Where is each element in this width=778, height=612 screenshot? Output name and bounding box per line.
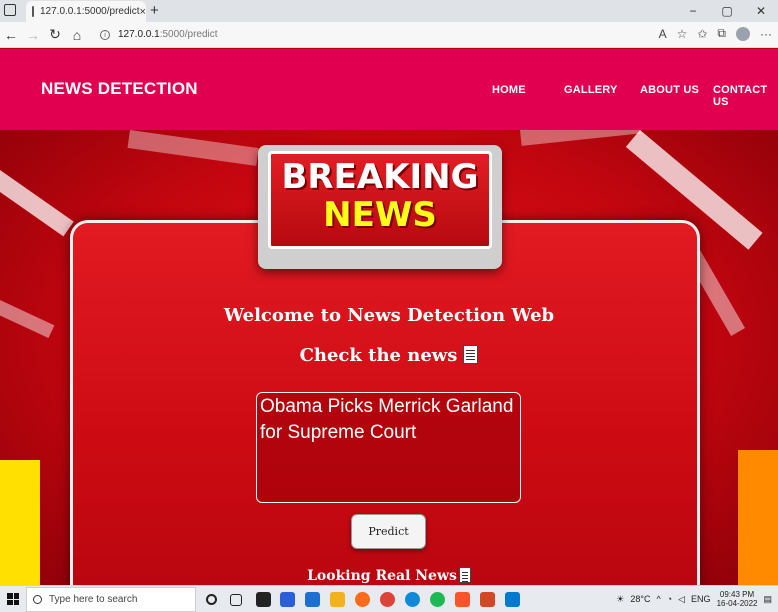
decor-block-right	[738, 450, 778, 585]
new-tab-button[interactable]: +	[150, 2, 159, 19]
newspaper-icon	[463, 345, 479, 364]
site-header: NEWS DETECTION HOME GALLERY ABOUT US CON…	[0, 49, 778, 130]
read-aloud-icon[interactable]: A	[659, 27, 667, 41]
weather-icon[interactable]: ☀	[616, 594, 624, 605]
info-icon[interactable]: i	[100, 29, 110, 40]
powerpoint-icon[interactable]	[480, 592, 495, 607]
sign-line-news: NEWS	[323, 195, 437, 235]
windows-start-icon[interactable]	[7, 593, 19, 605]
system-tray: ☀ 28°C ^ ◔ ◁ ENG 09:43 PM 16-04-2022 ▤	[616, 590, 772, 608]
chrome-icon[interactable]	[380, 592, 395, 607]
breaking-news-sign: BREAKING NEWS	[258, 145, 502, 269]
tab-actions-icon[interactable]	[4, 4, 16, 16]
check-heading-text: Check the news	[299, 345, 458, 366]
minimize-button[interactable]: −	[676, 0, 710, 22]
forward-icon[interactable]: →	[22, 27, 44, 43]
file-explorer-icon[interactable]	[330, 592, 345, 607]
address-bar: ← → ↻ ⌂ i 127.0.0.1:5000/predict A ☆ ✩ ⧉…	[0, 22, 778, 48]
sign-line-breaking: BREAKING	[281, 157, 479, 197]
nav-gallery[interactable]: GALLERY	[564, 84, 618, 96]
tab-close-icon[interactable]: ×	[140, 6, 146, 18]
spotify-icon[interactable]	[430, 592, 445, 607]
tab-title: 127.0.0.1:5000/predict	[40, 6, 140, 17]
clock[interactable]: 09:43 PM 16-04-2022	[717, 590, 758, 608]
notification-icon[interactable]: ▤	[763, 594, 772, 605]
nav-home[interactable]: HOME	[492, 84, 526, 96]
predict-button[interactable]: Predict	[351, 514, 426, 549]
more-icon[interactable]: ···	[760, 27, 772, 41]
window-controls: − ▢ ✕	[676, 0, 778, 22]
back-icon[interactable]: ←	[0, 27, 22, 43]
collections-icon[interactable]: ⧉	[717, 26, 726, 41]
toolbar-actions: A ☆ ✩ ⧉ ···	[659, 26, 772, 41]
browser-tab-bar: 127.0.0.1:5000/predict × + − ▢ ✕	[0, 0, 778, 22]
edge-icon[interactable]	[405, 592, 420, 607]
window-close-button[interactable]: ✕	[744, 0, 778, 22]
language-indicator[interactable]: ENG	[691, 594, 711, 604]
browser-tab[interactable]: 127.0.0.1:5000/predict ×	[26, 1, 146, 22]
weather-temp[interactable]: 28°C	[630, 594, 650, 604]
favorite-star-icon[interactable]: ☆	[677, 27, 688, 41]
page-icon	[32, 6, 34, 17]
firefox-icon[interactable]	[355, 592, 370, 607]
welcome-heading: Welcome to News Detection Web	[223, 305, 555, 326]
brave-icon[interactable]	[455, 592, 470, 607]
taskbar-search-box[interactable]: Type here to search	[26, 587, 196, 612]
url-field[interactable]: i 127.0.0.1:5000/predict	[100, 29, 218, 40]
search-placeholder: Type here to search	[49, 594, 138, 605]
network-icon[interactable]: ◔	[667, 594, 672, 604]
home-icon[interactable]: ⌂	[66, 27, 88, 43]
light-ray	[127, 130, 259, 166]
sign-face: BREAKING NEWS	[268, 151, 492, 249]
taskbar: Type here to search ☀ 28°C ^ ◔ ◁ ENG 09:…	[0, 585, 778, 612]
url-path: :5000/predict	[159, 29, 218, 40]
app-icon[interactable]	[280, 592, 295, 607]
brand-logo[interactable]: NEWS DETECTION	[41, 79, 198, 99]
nav-contact-us[interactable]: CONTACT US	[713, 84, 778, 108]
clock-time: 09:43 PM	[719, 590, 755, 599]
result-heading-text: Looking Real News	[307, 568, 457, 584]
newspaper-icon	[458, 567, 471, 583]
store-icon[interactable]	[256, 592, 271, 607]
news-text-input[interactable]	[256, 392, 521, 503]
search-icon	[33, 595, 42, 604]
profile-avatar[interactable]	[736, 26, 750, 41]
check-heading: Check the news	[0, 345, 778, 366]
clock-date: 16-04-2022	[716, 599, 758, 608]
refresh-icon[interactable]: ↻	[44, 26, 66, 43]
mail-icon[interactable]	[305, 592, 320, 607]
tray-chevron-icon[interactable]: ^	[656, 594, 660, 604]
volume-icon[interactable]: ◁	[678, 594, 685, 605]
hero-background: BREAKING NEWS Welcome to News Detection …	[0, 130, 778, 585]
result-heading: Looking Real News	[0, 567, 778, 584]
url-host: 127.0.0.1	[118, 29, 160, 40]
maximize-button[interactable]: ▢	[710, 0, 744, 22]
vscode-icon[interactable]	[505, 592, 520, 607]
favorites-icon[interactable]: ✩	[697, 27, 707, 41]
task-view-icon[interactable]	[230, 594, 242, 606]
cortana-icon[interactable]	[206, 594, 217, 605]
nav-about-us[interactable]: ABOUT US	[640, 84, 699, 96]
light-ray	[520, 130, 642, 146]
light-ray	[0, 170, 74, 237]
